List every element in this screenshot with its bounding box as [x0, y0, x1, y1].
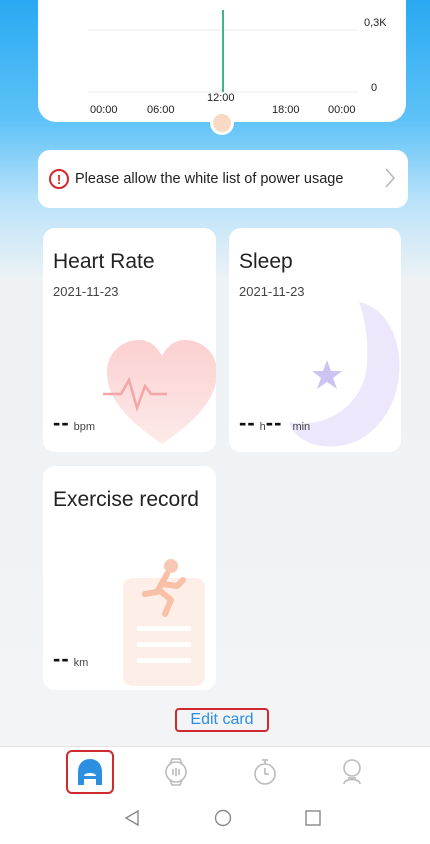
- heart-rate-date: 2021-11-23: [53, 284, 119, 299]
- power-whitelist-notice[interactable]: ! Please allow the white list of power u…: [38, 150, 408, 208]
- exercise-title: Exercise record: [53, 488, 199, 511]
- chart-y-max-label: 0,3K: [364, 17, 387, 29]
- watch-icon: [165, 758, 187, 786]
- sleep-value: -- h-- min: [239, 410, 310, 436]
- sleep-minutes-unit: min: [292, 421, 311, 433]
- heart-rate-card[interactable]: Heart Rate 2021-11-23 -- bpm: [43, 228, 216, 452]
- home-circle-icon[interactable]: [214, 809, 232, 827]
- running-clipboard-icon: [123, 559, 205, 686]
- chart-x-label: 18:00: [272, 104, 300, 116]
- sleep-date: 2021-11-23: [239, 284, 305, 299]
- heart-rate-value: -- bpm: [53, 410, 95, 436]
- chevron-right-icon: [385, 168, 396, 188]
- recents-square-icon[interactable]: [304, 809, 322, 827]
- timer-icon: [254, 759, 276, 785]
- heart-icon: [103, 340, 216, 444]
- sleep-title: Sleep: [239, 250, 293, 273]
- heart-rate-number: --: [53, 410, 70, 435]
- activity-chart-card[interactable]: 0,3K 0 00:00 06:00 12:00 18:00 00:00: [38, 0, 406, 135]
- sleep-card[interactable]: Sleep 2021-11-23 -- h-- min: [229, 228, 401, 452]
- exercise-value: -- km: [53, 646, 88, 672]
- heart-rate-title: Heart Rate: [53, 250, 155, 273]
- home-icon: [78, 759, 102, 785]
- exercise-record-card[interactable]: Exercise record -- km: [43, 466, 216, 690]
- exercise-number: --: [53, 646, 70, 671]
- sleep-hours: --: [239, 410, 256, 435]
- profile-icon: [343, 759, 361, 785]
- heart-rate-unit: bpm: [73, 421, 96, 433]
- chart-x-label: 00:00: [90, 104, 118, 116]
- notice-text: Please allow the white list of power usa…: [75, 171, 344, 187]
- edit-card-button[interactable]: Edit card: [175, 708, 269, 732]
- nav-tab-timer[interactable]: [245, 752, 285, 792]
- nav-tab-profile[interactable]: [332, 752, 372, 792]
- back-icon[interactable]: [124, 809, 140, 827]
- bottom-navigation: [0, 746, 430, 844]
- chart-x-label: 00:00: [328, 104, 356, 116]
- chart-x-label: 06:00: [147, 104, 175, 116]
- chart-time-knob[interactable]: [210, 111, 234, 135]
- nav-tab-home[interactable]: [70, 752, 110, 792]
- sleep-minutes: --: [265, 410, 283, 435]
- exclamation-circle-icon: !: [49, 169, 69, 189]
- exercise-unit: km: [73, 657, 89, 669]
- nav-tab-device[interactable]: [156, 752, 196, 792]
- chart-y-min-label: 0: [371, 82, 378, 94]
- chart-x-label: 12:00: [207, 92, 235, 104]
